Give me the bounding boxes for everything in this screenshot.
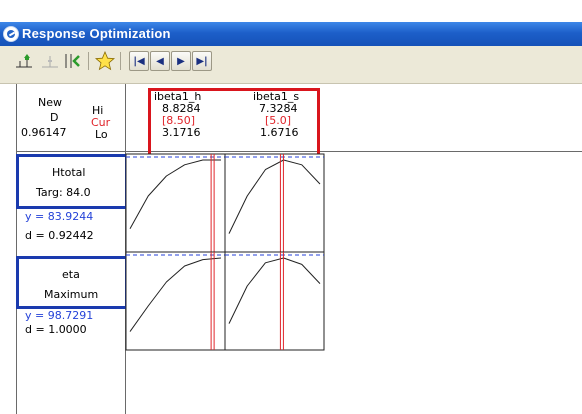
response-d: d = 0.92442 [25, 229, 94, 242]
title-bar: Response Optimization [0, 22, 582, 46]
add-point-icon[interactable] [12, 50, 36, 72]
app-icon [3, 26, 19, 42]
plot-cell [125, 153, 226, 253]
remove-point-icon[interactable] [38, 50, 62, 72]
response-goal: Targ: 84.0 [36, 186, 91, 199]
response-highlight [16, 256, 128, 309]
response-y: y = 98.7291 [25, 309, 94, 322]
d-label: D [50, 111, 59, 124]
response-goal: Maximum [44, 288, 99, 301]
optimization-plots [125, 153, 325, 351]
star-icon[interactable] [93, 50, 117, 72]
response-name: eta [62, 268, 80, 281]
response-optimization-window: Response Optimization |◀ ◀ ▶ ▶| New D 0.… [0, 0, 582, 414]
last-icon[interactable]: ▶| [191, 50, 213, 72]
plot-cell [125, 251, 226, 351]
plot-cell [224, 153, 325, 253]
first-icon[interactable]: |◀ [128, 50, 150, 72]
lo-label: Lo [95, 128, 108, 141]
response-y: y = 83.9244 [25, 210, 94, 223]
new-label: New [38, 96, 62, 109]
toolbar-separator [120, 52, 121, 70]
next-icon[interactable]: ▶ [170, 50, 192, 72]
restore-settings-icon[interactable] [62, 50, 86, 72]
d-value: 0.96147 [21, 126, 67, 139]
toolbar-separator [88, 52, 89, 70]
response-d: d = 1.0000 [25, 323, 87, 336]
prev-icon[interactable]: ◀ [149, 50, 171, 72]
response-highlight [16, 154, 128, 209]
factor-settings-highlight [148, 88, 320, 160]
response-name: Htotal [52, 166, 86, 179]
window-title: Response Optimization [22, 26, 171, 41]
toolbar: |◀ ◀ ▶ ▶| [0, 46, 582, 84]
